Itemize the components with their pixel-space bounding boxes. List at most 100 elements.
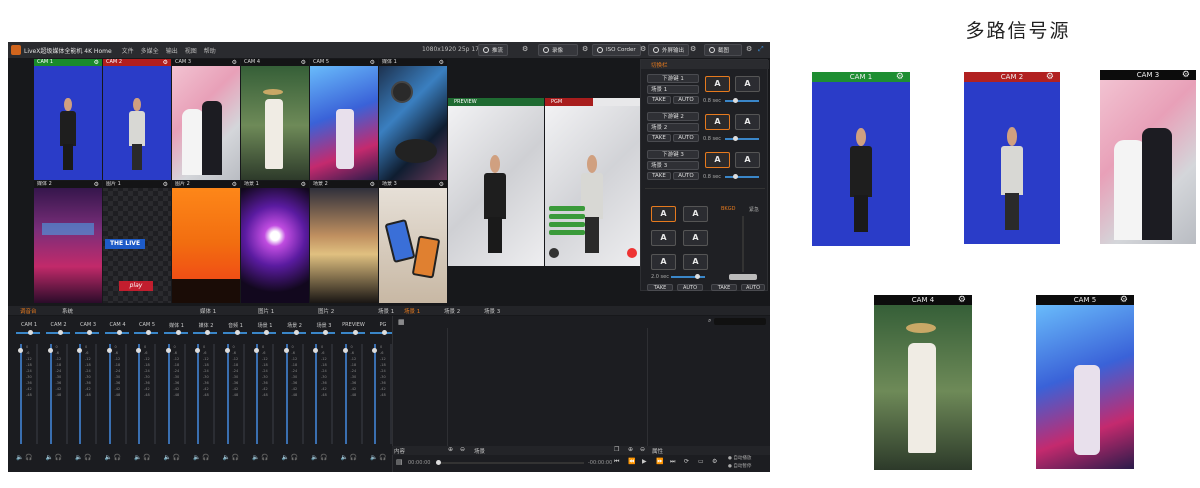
bkgd-take-button[interactable]: TAKE [711,284,737,291]
scene-tab-1[interactable]: 场景 1 [404,307,420,315]
playback-progress[interactable] [436,460,584,465]
channel-fader[interactable] [106,344,112,444]
gear-icon[interactable]: ⚙ [232,181,237,188]
channel-fader[interactable] [18,344,23,444]
channel-gain-slider[interactable] [104,330,129,335]
headphone-icon[interactable]: 🎧 [114,454,121,461]
grid-icon[interactable]: ▦ [398,318,405,326]
skip-forward-icon[interactable]: ⏭ [670,458,675,466]
system-tab[interactable]: 系统 [62,307,73,315]
transition-a-2[interactable]: A [683,206,708,222]
auto-button[interactable]: AUTO [677,284,703,291]
screenshot-gear-icon[interactable]: ⚙ [746,45,752,53]
dsk2-scene-select[interactable]: 场景 2 [647,123,699,132]
channel-fader[interactable] [47,344,53,444]
channel-gain-slider[interactable] [163,330,188,335]
channel-gain-slider[interactable] [252,330,276,335]
multiview-tile-cam5[interactable]: CAM 5 ⚙ [310,59,378,180]
channel-gain-slider[interactable] [16,330,40,335]
t-bar-handle[interactable] [729,274,757,280]
multiview-tile-media1[interactable]: 媒体 1 ⚙ [379,59,447,180]
add-content-icon[interactable]: ⊕ [448,446,453,453]
dsk1-a-button-left[interactable]: A [705,76,730,92]
channel-controls[interactable]: 🔈 🎧 [164,454,181,461]
channel-controls[interactable]: 🔈 🎧 [252,454,269,461]
dsk1-take-button[interactable]: TAKE [647,96,671,104]
channel-controls[interactable]: 🔈 🎧 [75,454,92,461]
menu-file[interactable]: 文件 [122,46,134,55]
menu-media[interactable]: 多媒全 [141,46,159,55]
dsk2-take-button[interactable]: TAKE [647,134,671,142]
transition-a-6[interactable]: A [683,254,708,270]
menu-output[interactable]: 输出 [166,46,178,55]
multiview-tile-cam1[interactable]: CAM 1 ⚙ [34,59,102,180]
channel-controls[interactable]: 🔈 🎧 [134,454,151,461]
gear-icon[interactable]: ⚙ [301,181,306,188]
gear-icon[interactable]: ⚙ [163,59,168,66]
headphone-icon[interactable]: 🎧 [25,454,32,461]
channel-controls[interactable]: 🔈 🎧 [46,454,63,461]
dsk2-auto-button[interactable]: AUTO [673,134,699,142]
take-button[interactable]: TAKE [647,284,673,291]
channel-fader[interactable] [77,344,82,444]
scene-search-input[interactable] [714,318,766,325]
multiview-tile-cam3[interactable]: CAM 3 ⚙ [172,59,240,180]
output-gear-icon[interactable]: ⚙ [690,45,696,53]
bkgd-auto-button[interactable]: AUTO [741,284,765,291]
gear-icon[interactable]: ⚙ [439,59,444,66]
dsk1-scene-select[interactable]: 场景 1 [647,85,699,94]
dsk2-a-button-right[interactable]: A [735,114,760,130]
transition-a-1[interactable]: A [651,206,676,222]
speaker-icon[interactable]: 🔈 [341,454,348,461]
channel-gain-slider[interactable] [45,330,70,335]
headphone-icon[interactable]: 🎧 [291,454,298,461]
screen-icon[interactable]: ▭ [698,458,704,465]
scene-tab-2[interactable]: 场景 2 [444,307,460,315]
streaming-gear-icon[interactable]: ⚙ [522,45,528,53]
channel-fader[interactable] [313,344,318,444]
bkgd-label[interactable]: BKGD [721,206,735,212]
channel-controls[interactable]: 🔈 🎧 [16,454,33,461]
transition-a-5[interactable]: A [651,254,676,270]
channel-gain-slider[interactable] [193,330,217,335]
multiview-tile-cam4[interactable]: CAM 4 ⚙ [241,59,309,180]
headphone-icon[interactable]: 🎧 [320,454,327,461]
speaker-icon[interactable]: 🔈 [134,454,141,461]
multiview-tile-scene2[interactable]: 场景 2 ⚙ [310,181,378,303]
speaker-icon[interactable]: 🔈 [223,454,230,461]
source-tab-image2[interactable]: 图片 2 [318,307,334,315]
dsk1-auto-button[interactable]: AUTO [673,96,699,104]
channel-fader[interactable] [372,344,377,444]
speaker-icon[interactable]: 🔈 [16,454,23,461]
record-button[interactable]: 录像 [538,44,578,56]
channel-controls[interactable]: 🔈 🎧 [223,454,240,461]
channel-gain-slider[interactable] [222,330,247,335]
menu-help[interactable]: 帮助 [204,46,216,55]
channel-controls[interactable]: 🔈 🎧 [341,454,358,461]
speaker-icon[interactable]: 🔈 [46,454,53,461]
gear-icon[interactable]: ⚙ [232,59,237,66]
source-tab-scene1[interactable]: 场景 1 [378,307,394,315]
mixer-tab[interactable]: 调音台 [20,307,37,315]
channel-gain-slider[interactable] [281,330,306,335]
headphone-icon[interactable]: 🎧 [84,454,91,461]
external-output-button[interactable]: 外屏输出 [648,44,690,56]
iso-gear-icon[interactable]: ⚙ [640,45,646,53]
speaker-icon[interactable]: 🔈 [252,454,259,461]
scene-tab-3[interactable]: 场景 3 [484,307,500,315]
bkgd-alt-label[interactable]: 紧急 [749,206,759,213]
play-icon[interactable]: ▶ [642,458,647,465]
add-scene-icon[interactable]: ⊕ [628,446,633,453]
screenshot-button[interactable]: 截图 [704,44,742,56]
channel-controls[interactable]: 🔈 🎧 [370,454,387,461]
search-icon[interactable]: ⌕ [708,317,711,325]
gear-icon[interactable]: ⚙ [370,59,375,66]
multiview-tile-scene3[interactable]: 场景 3 ⚙ [379,181,447,303]
dsk1-a-button-right[interactable]: A [735,76,760,92]
gear-icon[interactable]: ⚙ [94,59,99,66]
speaker-icon[interactable]: 🔈 [105,454,112,461]
headphone-icon[interactable]: 🎧 [350,454,357,461]
gear-icon[interactable]: ⚙ [370,181,375,188]
dsk2-time-slider[interactable] [725,136,759,141]
speaker-icon[interactable]: 🔈 [282,454,289,461]
